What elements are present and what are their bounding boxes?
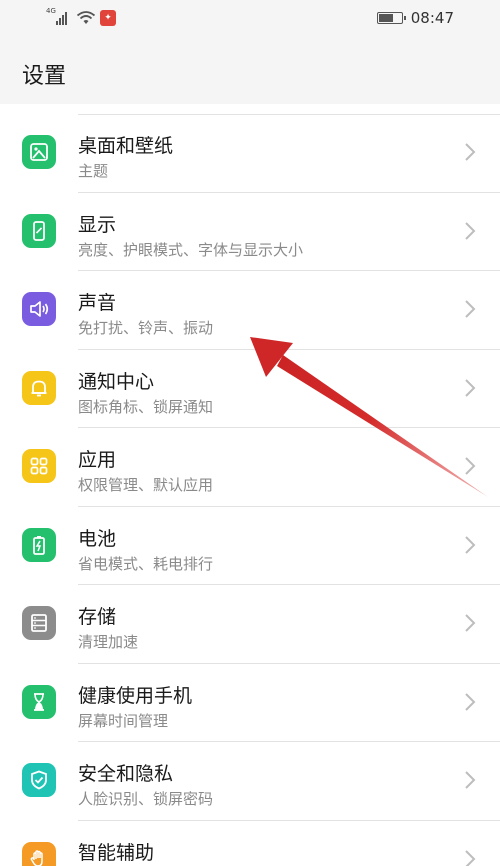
settings-item[interactable]: 应用权限管理、默认应用 [0, 428, 500, 507]
wifi-icon [76, 11, 96, 24]
settings-item[interactable]: 安全和隐私人脸识别、锁屏密码 [0, 742, 500, 821]
settings-item-subtitle: 免打扰、铃声、振动 [78, 319, 214, 337]
apps-grid-icon [22, 449, 56, 483]
settings-item-subtitle: 人脸识别、锁屏密码 [78, 790, 214, 808]
settings-item-title: 安全和隐私 [78, 763, 174, 785]
hourglass-icon [22, 684, 56, 719]
settings-item-title: 通知中心 [78, 370, 155, 393]
settings-item[interactable]: 存储 清理加速 [0, 585, 500, 664]
settings-item-subtitle: 省电模式、耗电排行 [78, 554, 214, 573]
settings-item-subtitle: 屏幕时间管理 [78, 711, 169, 730]
settings-item-subtitle: 权限管理、默认应用 [78, 476, 214, 494]
page-title: 设置 [22, 64, 67, 89]
bell-icon [22, 370, 56, 405]
app-notification-icon: ✦ [100, 10, 116, 26]
settings-item-subtitle: 图标角标、锁屏通知 [78, 397, 214, 416]
shield-icon [22, 763, 56, 797]
header-area: 4G ✦ 08:47 设置 [0, 0, 500, 104]
settings-item-title: 智能辅助 [78, 841, 155, 864]
chevron-right-icon [465, 535, 476, 554]
settings-item-title: 存储 [78, 606, 117, 628]
settings-list: 桌面和壁纸主题显示亮度、护眼模式、字体与显示大小 声音免打扰、铃声、振动通知中心图… [0, 114, 500, 866]
chevron-right-icon [465, 457, 476, 475]
settings-item-title: 声音 [78, 292, 117, 314]
hand-icon [22, 841, 56, 866]
chevron-right-icon [465, 692, 476, 711]
settings-item-subtitle: 主题 [78, 162, 109, 180]
wallpaper-icon [22, 135, 56, 169]
settings-item[interactable]: 健康使用手机屏幕时间管理 [0, 664, 500, 742]
settings-item-title: 显示 [78, 213, 117, 236]
settings-item[interactable]: 电池省电模式、耗电排行 [0, 507, 500, 585]
chevron-right-icon [465, 614, 476, 632]
settings-item-title: 应用 [78, 449, 117, 471]
settings-item[interactable]: 通知中心图标角标、锁屏通知 [0, 350, 500, 428]
settings-item-title: 桌面和壁纸 [78, 135, 174, 157]
battery-status-icon [376, 12, 406, 24]
chevron-right-icon [465, 849, 476, 866]
speaker-icon [22, 292, 56, 326]
status-time: 08:47 [410, 9, 454, 27]
settings-item[interactable]: 显示亮度、护眼模式、字体与显示大小 [0, 193, 500, 271]
chevron-right-icon [465, 143, 476, 161]
chevron-right-icon [465, 378, 476, 397]
cellular-signal-icon: 4G [46, 7, 72, 27]
settings-item-subtitle: 亮度、护眼模式、字体与显示大小 [78, 240, 304, 259]
settings-item[interactable]: 桌面和壁纸 主题 [0, 114, 500, 193]
phone-display-icon [22, 213, 56, 248]
settings-item[interactable]: 声音免打扰、铃声、振动 [0, 271, 500, 350]
chevron-right-icon [465, 771, 476, 789]
chevron-right-icon [465, 300, 476, 318]
settings-item[interactable]: 智能辅助 [0, 821, 500, 866]
status-bar: 4G ✦ 08:47 [0, 0, 500, 38]
settings-item-title: 健康使用手机 [78, 684, 193, 707]
chevron-right-icon [465, 221, 476, 240]
battery-icon [22, 527, 56, 562]
settings-item-subtitle: 清理加速 [78, 633, 139, 651]
settings-item-title: 电池 [78, 527, 117, 550]
storage-icon [22, 606, 56, 640]
